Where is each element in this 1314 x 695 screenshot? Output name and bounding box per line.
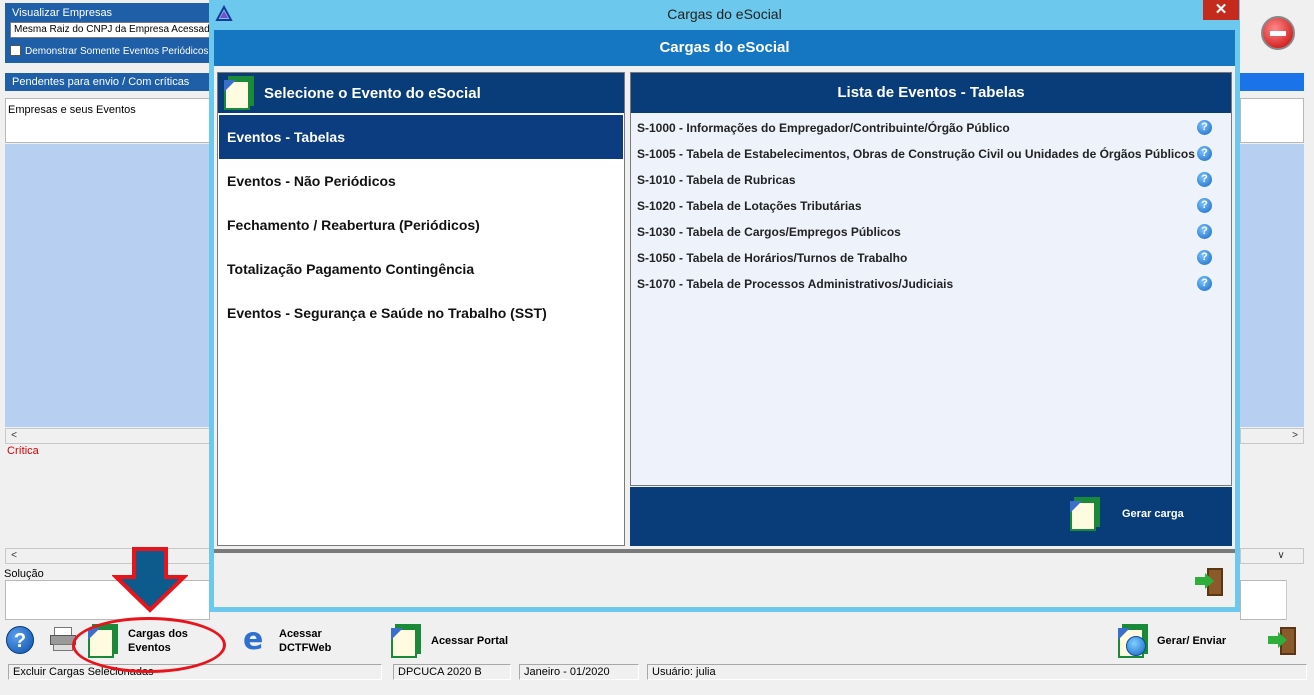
grid-header-right [1240, 98, 1304, 143]
event-list-panel: Lista de Eventos - Tabelas S-1000 - Info… [630, 72, 1232, 486]
event-category-panel: Selecione o Evento do eSocial Eventos - … [217, 72, 625, 546]
status-system: DPCUCA 2020 B [393, 664, 511, 680]
cargas-esocial-dialog: Cargas do eSocial ✕ Cargas do eSocial Se… [209, 0, 1240, 612]
grid-hscrollbar-right[interactable]: > [1240, 428, 1304, 444]
menu-item-sst[interactable]: Eventos - Segurança e Saúde no Trabalho … [219, 291, 623, 335]
acessar-portal-button[interactable]: Acessar Portal [389, 624, 508, 658]
scroll-right-arrow[interactable]: > [1287, 429, 1303, 443]
help-icon[interactable]: ? [1197, 276, 1212, 291]
gerar-carga-bar: Gerar carga [630, 487, 1232, 546]
dialog-close-button[interactable]: ✕ [1203, 0, 1239, 20]
menu-item-totalizacao-contingencia[interactable]: Totalização Pagamento Contingência [219, 247, 623, 291]
event-category-header: Selecione o Evento do eSocial [218, 73, 624, 113]
annotation-highlight-ellipse [72, 617, 226, 673]
globe-document-icon [1116, 624, 1150, 658]
help-icon[interactable]: ? [1197, 172, 1212, 187]
critica-area [5, 458, 210, 546]
status-bar: Excluir Cargas Selecionadas DPCUCA 2020 … [0, 662, 1314, 695]
event-row-s1070[interactable]: S-1070 - Tabela de Processos Administrat… [637, 272, 1227, 296]
demonstrar-periodicos-label: Demonstrar Somente Eventos Periódicos [25, 46, 209, 57]
pendentes-header-right [1240, 73, 1304, 91]
event-row-s1030[interactable]: S-1030 - Tabela de Cargos/Empregos Públi… [637, 220, 1227, 244]
exit-button[interactable] [1268, 625, 1300, 657]
dialog-body: Cargas do eSocial Selecione o Evento do … [214, 30, 1235, 607]
solucao-vscrollbar[interactable] [1286, 580, 1304, 620]
menu-item-nao-periodicos[interactable]: Eventos - Não Periódicos [219, 159, 623, 203]
document-icon [389, 624, 423, 658]
gerar-enviar-label: Gerar/ Enviar [1157, 635, 1227, 647]
critica-label: Crítica [7, 445, 39, 457]
gerar-enviar-button[interactable]: Gerar/ Enviar [1116, 624, 1226, 658]
status-period: Janeiro - 01/2020 [519, 664, 639, 680]
dctfweb-e-icon: e [243, 622, 264, 657]
event-label: S-1005 - Tabela de Estabelecimentos, Obr… [637, 147, 1195, 161]
acessar-dctfweb-button[interactable]: e Acessar DCTFWeb [243, 622, 332, 657]
dialog-titlebar[interactable]: Cargas do eSocial ✕ [209, 0, 1240, 30]
dialog-header: Cargas do eSocial [214, 30, 1235, 66]
help-icon[interactable]: ? [1197, 250, 1212, 265]
scroll-left-arrow[interactable]: < [6, 549, 22, 563]
checkbox-box[interactable] [10, 45, 21, 56]
scroll-down-arrow[interactable]: ∨ [1273, 549, 1289, 563]
event-row-s1010[interactable]: S-1010 - Tabela de Rubricas? [637, 168, 1227, 192]
help-button[interactable]: ? [6, 626, 34, 654]
acessar-dctfweb-label: Acessar DCTFWeb [279, 628, 332, 654]
visualizar-empresas-label: Visualizar Empresas [12, 7, 113, 19]
status-user: Usuário: julia [647, 664, 1307, 680]
help-icon[interactable]: ? [1197, 198, 1212, 213]
menu-item-fechamento-reabertura[interactable]: Fechamento / Reabertura (Periódicos) [219, 203, 623, 247]
event-row-s1050[interactable]: S-1050 - Tabela de Horários/Turnos de Tr… [637, 246, 1227, 270]
event-label: S-1050 - Tabela de Horários/Turnos de Tr… [637, 251, 908, 265]
grid-header: Empresas e seus Eventos [5, 98, 210, 143]
dialog-divider [214, 549, 1235, 553]
minus-bar [1270, 31, 1286, 36]
demonstrar-periodicos-checkbox[interactable]: Demonstrar Somente Eventos Periódicos [10, 45, 208, 57]
help-icon[interactable]: ? [1197, 224, 1212, 239]
acessar-portal-label: Acessar Portal [431, 635, 509, 647]
document-icon [1068, 497, 1102, 531]
empresas-grid[interactable] [5, 144, 210, 427]
empresas-grid-right[interactable] [1240, 144, 1304, 427]
gerar-carga-label: Gerar carga [1122, 508, 1184, 520]
event-list-title: Lista de Eventos - Tabelas [631, 73, 1231, 113]
dialog-window-title: Cargas do eSocial [667, 6, 782, 22]
event-row-s1020[interactable]: S-1020 - Tabela de Lotações Tributárias? [637, 194, 1227, 218]
pendentes-header: Pendentes para envio / Com críticas [5, 73, 210, 91]
help-icon[interactable]: ? [1197, 120, 1212, 135]
critica-hscrollbar-right[interactable]: ∨ [1240, 548, 1304, 564]
annotation-down-arrow-icon [112, 547, 188, 613]
scroll-left-arrow[interactable]: < [6, 429, 22, 443]
document-icon [222, 76, 256, 110]
event-category-title: Selecione o Evento do eSocial [264, 85, 481, 102]
event-label: S-1070 - Tabela de Processos Administrat… [637, 277, 954, 291]
event-label: S-1020 - Tabela de Lotações Tributárias [637, 199, 862, 213]
help-icon[interactable]: ? [6, 626, 34, 654]
event-label: S-1030 - Tabela de Cargos/Empregos Públi… [637, 225, 901, 239]
visualizar-empresas-panel: Visualizar Empresas Mesma Raiz do CNPJ d… [5, 3, 210, 63]
event-row-s1005[interactable]: S-1005 - Tabela de Estabelecimentos, Obr… [637, 142, 1227, 166]
gerar-carga-button[interactable]: Gerar carga [1068, 497, 1184, 531]
event-row-s1000[interactable]: S-1000 - Informações do Empregador/Contr… [637, 116, 1227, 140]
help-icon[interactable]: ? [1197, 146, 1212, 161]
solucao-label: Solução [4, 568, 44, 580]
close-app-icon[interactable] [1261, 16, 1295, 50]
event-label: S-1010 - Tabela de Rubricas [637, 173, 796, 187]
grid-hscrollbar[interactable]: < [5, 428, 210, 444]
event-label: S-1000 - Informações do Empregador/Contr… [637, 121, 1010, 135]
menu-item-eventos-tabelas[interactable]: Eventos - Tabelas [219, 115, 623, 159]
dialog-exit-icon[interactable] [1195, 566, 1227, 598]
exit-door-icon[interactable] [1268, 625, 1300, 657]
visualizar-empresas-select[interactable]: Mesma Raiz do CNPJ da Empresa Acessada [10, 22, 210, 38]
